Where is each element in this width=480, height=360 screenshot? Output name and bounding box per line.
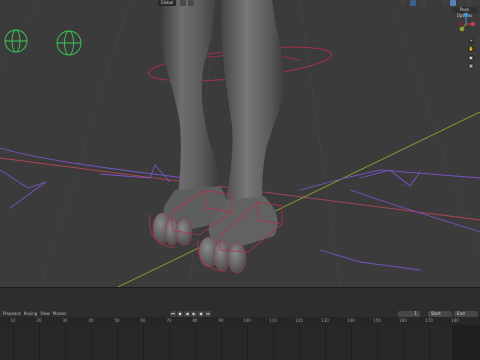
timeline-track-area[interactable] [0, 325, 480, 360]
ruler-tick: 30 [62, 318, 68, 323]
ruler-tick: 80 [192, 318, 198, 323]
timeline-header: Playback Keying View Marker ⏮ ◆ ◀ ▶ ◆ ⏭ … [0, 287, 480, 318]
perspective-toggle-icon[interactable]: ▦ [468, 63, 474, 69]
gizmo-toggle-icon[interactable] [420, 0, 426, 6]
ruler-tick: 100 [243, 318, 251, 323]
snap-icon[interactable] [188, 0, 194, 6]
ruler-tick: 20 [36, 318, 42, 323]
end-label: End [457, 311, 465, 316]
timeline-menu: Playback Keying View Marker [3, 310, 93, 317]
material-shading-icon[interactable] [458, 0, 464, 6]
menu-keying[interactable]: Keying [24, 310, 37, 317]
viewport-header: Global Pose Options [0, 0, 480, 18]
menu-marker[interactable]: Marker [53, 310, 67, 317]
ruler-tick: 120 [295, 318, 303, 323]
ruler-tick: 180 [451, 318, 459, 323]
ruler-tick: 10 [10, 318, 16, 323]
viewport-scene [0, 0, 480, 287]
left-leg [161, 0, 220, 195]
empty-circle-left [4, 29, 28, 53]
ruler-tick: 50 [114, 318, 120, 323]
zoom-icon[interactable]: + [468, 38, 474, 44]
transform-orientation-label: Global [160, 0, 174, 5]
ruler-tick: 170 [425, 318, 433, 323]
solid-shading-icon[interactable] [450, 0, 456, 6]
ruler-tick: 40 [88, 318, 94, 323]
ruler-tick: 140 [347, 318, 355, 323]
menu-view[interactable]: View [40, 310, 50, 317]
after-end-range-shade [452, 325, 480, 360]
3d-viewport[interactable]: Global Pose Options + ✋ ▣ ▦ [0, 0, 480, 287]
empty-circle-right [56, 30, 82, 56]
current-frame-value: 1 [414, 311, 417, 316]
ruler-tick: 70 [166, 318, 172, 323]
ruler-tick: 160 [399, 318, 407, 323]
ruler-tick: 150 [373, 318, 381, 323]
navigation-gizmo[interactable] [457, 12, 476, 34]
ruler-tick: 110 [269, 318, 277, 323]
right-leg [220, 0, 286, 205]
menu-playback[interactable]: Playback [3, 310, 21, 317]
rendered-shading-icon[interactable] [466, 0, 472, 6]
wireframe-shading-icon[interactable] [442, 0, 448, 6]
xray-icon[interactable] [410, 0, 416, 6]
ruler-tick: 60 [140, 318, 146, 323]
transform-orientation-dropdown[interactable]: Global [158, 0, 176, 6]
frame-ruler[interactable]: 10 20 30 40 50 60 70 80 90 100 110 120 1… [0, 317, 480, 325]
camera-view-icon[interactable]: ▣ [468, 55, 474, 61]
pivot-icon[interactable] [180, 0, 186, 6]
pan-hand-icon[interactable]: ✋ [468, 46, 474, 52]
overlay-icon[interactable] [400, 0, 406, 6]
axis-gizmo-icon [458, 12, 476, 32]
ruler-tick: 130 [321, 318, 329, 323]
ruler-tick: 90 [218, 318, 224, 323]
start-label: Start [431, 311, 441, 316]
